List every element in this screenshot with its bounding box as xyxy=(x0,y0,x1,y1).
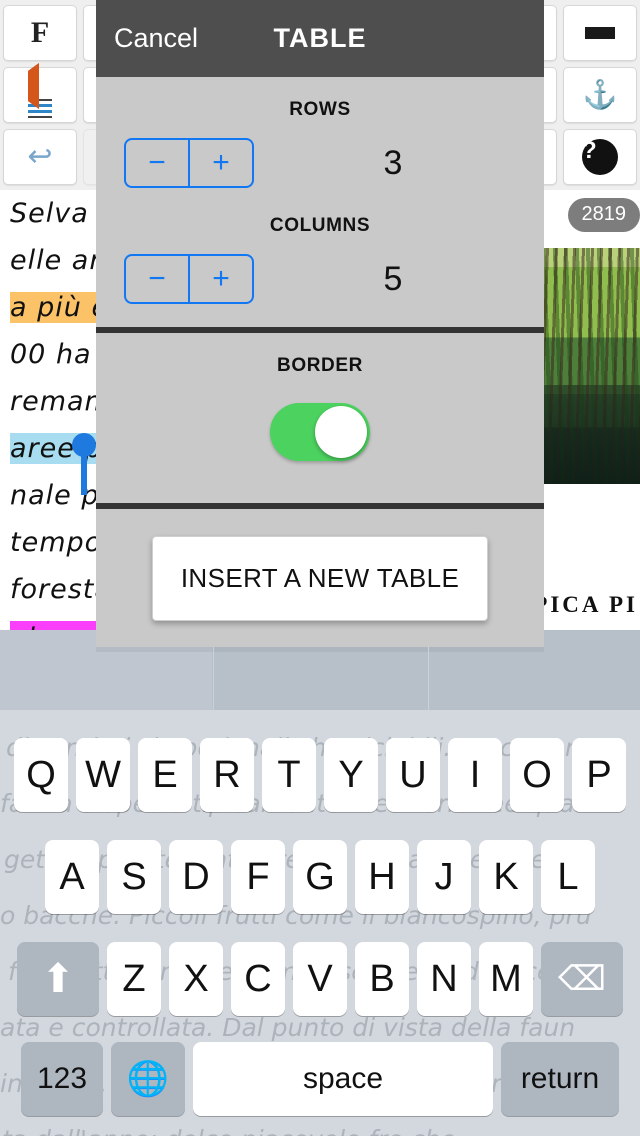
key-o[interactable]: O xyxy=(510,738,564,812)
columns-decrement-button[interactable]: − xyxy=(126,256,190,302)
rows-stepper[interactable]: − + xyxy=(124,138,254,188)
help-button[interactable]: ? xyxy=(563,129,637,185)
key-j[interactable]: J xyxy=(417,840,471,914)
key-m[interactable]: M xyxy=(479,942,533,1016)
globe-language-icon: 🌐 xyxy=(126,1060,170,1098)
bold-font-button[interactable]: F xyxy=(3,5,77,61)
columns-stepper[interactable]: − + xyxy=(124,254,254,304)
border-toggle-wrap xyxy=(96,403,544,461)
help-question-icon: ? xyxy=(582,139,618,175)
border-label: BORDER xyxy=(277,355,363,376)
key-a[interactable]: A xyxy=(45,840,99,914)
align-justify-button[interactable] xyxy=(563,5,637,61)
keyboard-rows: Q W E R T Y U I O P A S D F G H J K L ⬆ … xyxy=(0,710,640,1116)
columns-stepper-row: − + 5 xyxy=(96,251,544,307)
key-q[interactable]: Q xyxy=(14,738,68,812)
key-t[interactable]: T xyxy=(262,738,316,812)
backspace-delete-icon: ⌫ xyxy=(557,960,607,998)
key-u[interactable]: U xyxy=(386,738,440,812)
shift-key[interactable]: ⬆ xyxy=(17,942,99,1016)
return-key[interactable]: return xyxy=(501,1042,619,1116)
undo-button[interactable]: ↩ xyxy=(3,129,77,185)
action-section: INSERT A NEW TABLE xyxy=(96,509,544,647)
key-g[interactable]: G xyxy=(293,840,347,914)
key-p[interactable]: P xyxy=(572,738,626,812)
rows-stepper-row: − + 3 xyxy=(96,135,544,191)
key-k[interactable]: K xyxy=(479,840,533,914)
key-z[interactable]: Z xyxy=(107,942,161,1016)
indent-decrease-button[interactable] xyxy=(3,62,77,123)
dialog-header: Cancel TABLE xyxy=(96,0,544,77)
key-h[interactable]: H xyxy=(355,840,409,914)
undo-arrow-icon: ↩ xyxy=(27,140,53,173)
selection-handle[interactable] xyxy=(72,433,96,495)
table-dialog: Cancel TABLE ROWS − + 3 COLUMNS − + 5 BO… xyxy=(96,0,544,647)
document-photo xyxy=(528,248,640,484)
rows-decrement-button[interactable]: − xyxy=(126,140,190,186)
anchor-icon: ⚓ xyxy=(582,79,618,110)
key-w[interactable]: W xyxy=(76,738,130,812)
key-x[interactable]: X xyxy=(169,942,223,1016)
keyboard-row-2: A S D F G H J K L xyxy=(0,812,640,914)
keyboard-row-4: 123 🌐 space return xyxy=(0,1016,640,1116)
globe-language-key[interactable]: 🌐 xyxy=(111,1042,185,1116)
align-justify-icon xyxy=(585,27,615,39)
key-e[interactable]: E xyxy=(138,738,192,812)
columns-label: COLUMNS xyxy=(269,215,371,236)
key-d[interactable]: D xyxy=(169,840,223,914)
key-f[interactable]: F xyxy=(231,840,285,914)
rows-columns-section: ROWS − + 3 COLUMNS − + 5 xyxy=(96,77,544,327)
bold-F-icon: F xyxy=(30,16,50,49)
columns-value: 5 xyxy=(383,259,403,298)
key-l[interactable]: L xyxy=(541,840,595,914)
key-r[interactable]: R xyxy=(200,738,254,812)
keyboard-row-1: Q W E R T Y U I O P xyxy=(0,710,640,812)
key-s[interactable]: S xyxy=(107,840,161,914)
border-toggle[interactable] xyxy=(270,403,370,461)
status-badge: 2819 xyxy=(567,198,640,232)
key-n[interactable]: N xyxy=(417,942,471,1016)
indent-decrease-icon xyxy=(28,62,52,118)
key-c[interactable]: C xyxy=(231,942,285,1016)
space-key[interactable]: space xyxy=(193,1042,493,1116)
key-y[interactable]: Y xyxy=(324,738,378,812)
numbers-key[interactable]: 123 xyxy=(21,1042,103,1116)
shift-up-arrow-icon: ⬆ xyxy=(41,957,75,1001)
toggle-knob xyxy=(315,406,367,458)
rows-value: 3 xyxy=(383,143,403,182)
delete-key[interactable]: ⌫ xyxy=(541,942,623,1016)
border-section: BORDER xyxy=(96,333,544,503)
key-b[interactable]: B xyxy=(355,942,409,1016)
cancel-button[interactable]: Cancel xyxy=(114,23,198,54)
key-v[interactable]: V xyxy=(293,942,347,1016)
anchor-button[interactable]: ⚓ xyxy=(563,67,637,123)
onscreen-keyboard[interactable]: di sentieri sia pedonali che ciclabili. … xyxy=(0,710,640,1136)
key-i[interactable]: I xyxy=(448,738,502,812)
photo-caption: PICA PI xyxy=(533,592,638,617)
keyboard-row-3: ⬆ Z X C V B N M ⌫ xyxy=(0,914,640,1016)
insert-new-table-button[interactable]: INSERT A NEW TABLE xyxy=(151,535,489,621)
rows-label: ROWS xyxy=(289,99,351,120)
